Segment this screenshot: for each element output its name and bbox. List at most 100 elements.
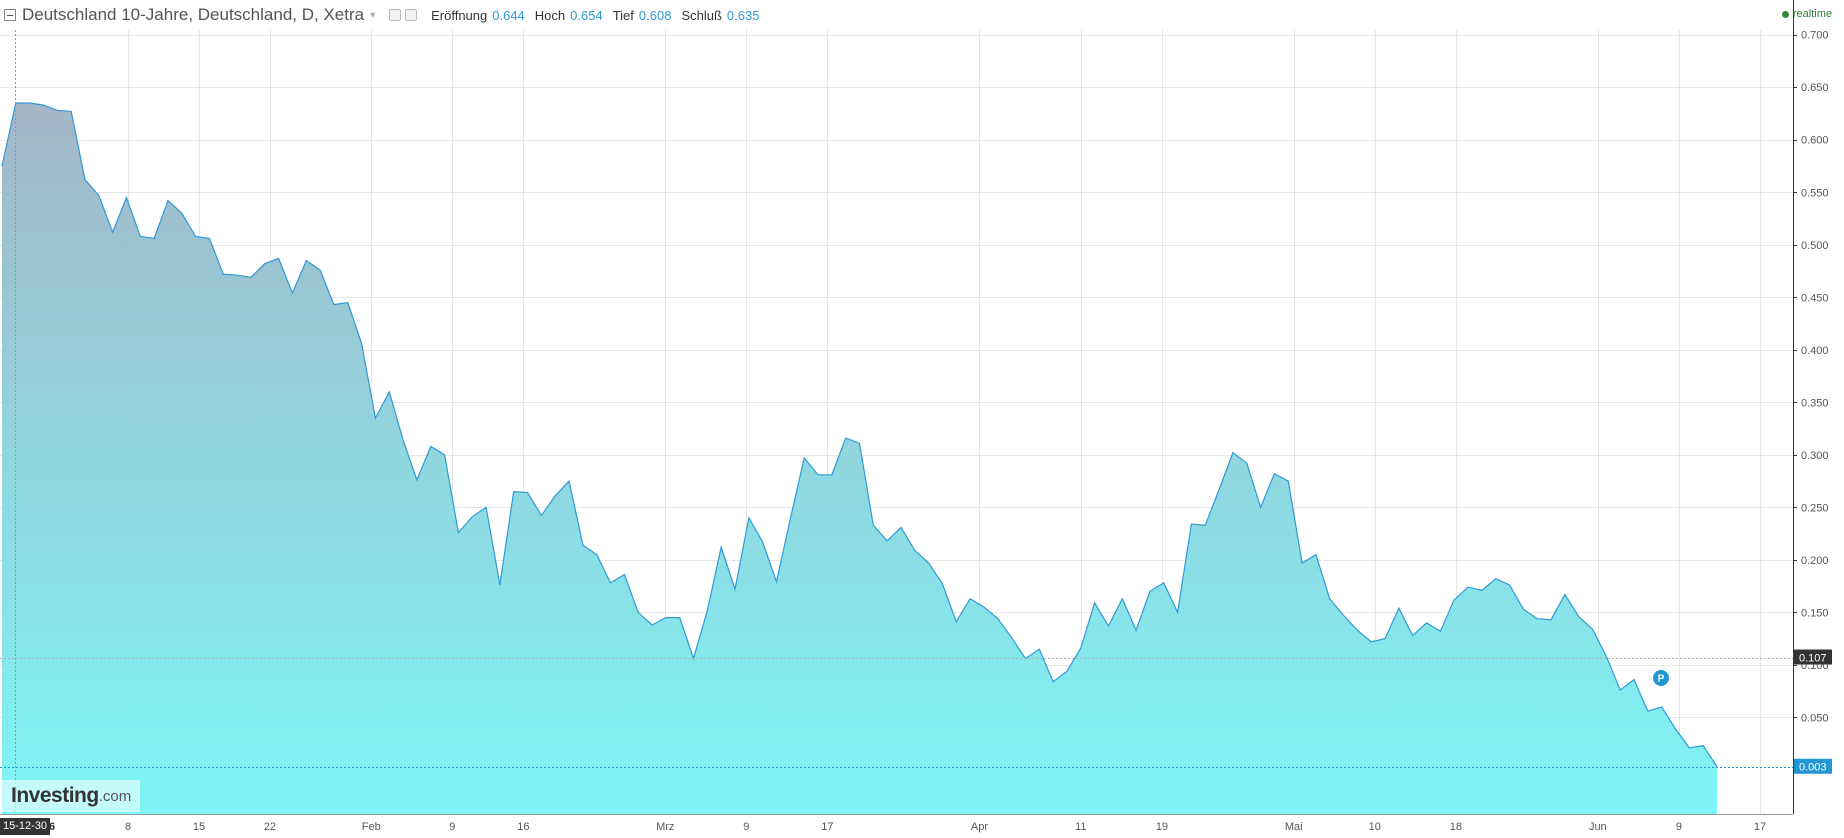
data-point (554, 494, 557, 497)
data-point (1, 165, 4, 168)
data-point (1079, 647, 1082, 650)
data-point (1066, 670, 1069, 673)
x-tick-label: 8 (125, 821, 131, 833)
data-point (1384, 637, 1387, 640)
data-point (983, 606, 986, 609)
data-point (1591, 628, 1594, 631)
data-point (803, 457, 806, 460)
data-point (236, 274, 239, 277)
data-point (900, 526, 903, 529)
data-point (222, 273, 225, 276)
data-point (568, 480, 571, 483)
data-point (139, 235, 142, 238)
data-point (540, 514, 543, 517)
data-point (42, 104, 45, 107)
data-point (1411, 634, 1414, 637)
data-point (734, 588, 737, 591)
data-point (1425, 621, 1428, 624)
logo-text: Investing (11, 784, 99, 807)
data-point (125, 196, 128, 199)
y-tick-label: 0.700 (1801, 30, 1829, 42)
data-point (1660, 705, 1663, 708)
data-point (277, 257, 280, 260)
data-point (623, 573, 626, 576)
data-point (1218, 488, 1221, 491)
data-point (374, 417, 377, 420)
data-point (609, 581, 612, 584)
data-point (1480, 589, 1483, 592)
data-point (1259, 506, 1262, 509)
y-tick-label: 0.600 (1801, 135, 1829, 147)
data-point (84, 178, 87, 181)
data-point (595, 553, 598, 556)
data-point (720, 546, 723, 549)
x-tick-label: Mai (1285, 821, 1303, 833)
event-marker-label: P (1658, 674, 1665, 685)
data-point (996, 617, 999, 620)
data-point (153, 237, 156, 240)
data-point (388, 390, 391, 393)
y-tick-label: 0.650 (1801, 82, 1829, 94)
data-point (886, 539, 889, 542)
crosshair-date-label: 15-12-30 (0, 818, 51, 835)
data-point (360, 342, 363, 345)
data-point (1010, 636, 1013, 639)
crosshair-date-text: 15-12-30 (3, 820, 48, 832)
data-point (858, 442, 861, 445)
data-point (1052, 680, 1055, 683)
y-tick-label: 0.550 (1801, 187, 1829, 199)
price-chart[interactable]: 0.700 0.650 0.600 0.550 0.500 0.450 0.400 0.350… (0, 0, 1844, 838)
data-point (1287, 480, 1290, 483)
data-point (664, 616, 667, 619)
data-point (913, 549, 916, 552)
data-point (969, 597, 972, 600)
data-point (637, 611, 640, 614)
x-tick-label: 11 (1075, 821, 1086, 833)
x-tick-label: 9 (1676, 821, 1682, 833)
investing-logo: Investing .com (2, 780, 140, 812)
data-point (443, 453, 446, 456)
data-point (955, 620, 958, 623)
data-point (319, 269, 322, 272)
data-point (1245, 462, 1248, 465)
data-point (194, 235, 197, 238)
data-point (1633, 678, 1636, 681)
x-tick-label: 17 (821, 821, 833, 833)
data-point (1467, 586, 1470, 589)
data-point (581, 544, 584, 547)
data-point (457, 531, 460, 534)
data-point (706, 609, 709, 612)
x-tick-label: 18 (1450, 821, 1462, 833)
data-point (1107, 625, 1110, 628)
x-tick-label: 9 (449, 821, 455, 833)
data-point (402, 439, 405, 442)
data-point (1038, 648, 1041, 651)
data-point (1370, 640, 1373, 643)
data-point (1536, 617, 1539, 620)
data-point (512, 490, 515, 493)
logo-suffix: .com (98, 787, 132, 805)
data-point (485, 506, 488, 509)
status-dot-icon (1781, 10, 1789, 18)
data-point (941, 583, 944, 586)
data-point (1231, 451, 1234, 454)
data-point (28, 102, 31, 105)
x-tick-label: 9 (743, 821, 749, 833)
data-point (761, 541, 764, 544)
data-point (56, 109, 59, 112)
realtime-indicator: realtime (1781, 8, 1832, 20)
data-point (1314, 553, 1317, 556)
data-point (1453, 598, 1456, 601)
x-tick-label: Jun (1589, 821, 1607, 833)
data-point (1342, 614, 1345, 617)
data-point (1563, 593, 1566, 596)
y-tick-label: 0.500 (1801, 240, 1829, 252)
data-point (1328, 597, 1331, 600)
data-point (1605, 655, 1608, 658)
data-point (1204, 524, 1207, 527)
x-tick-label: 17 (1754, 821, 1766, 833)
x-tick-label: Feb (362, 821, 381, 833)
data-point (250, 276, 253, 279)
price-label-text: 0.003 (1799, 762, 1827, 774)
data-point (1148, 590, 1151, 593)
